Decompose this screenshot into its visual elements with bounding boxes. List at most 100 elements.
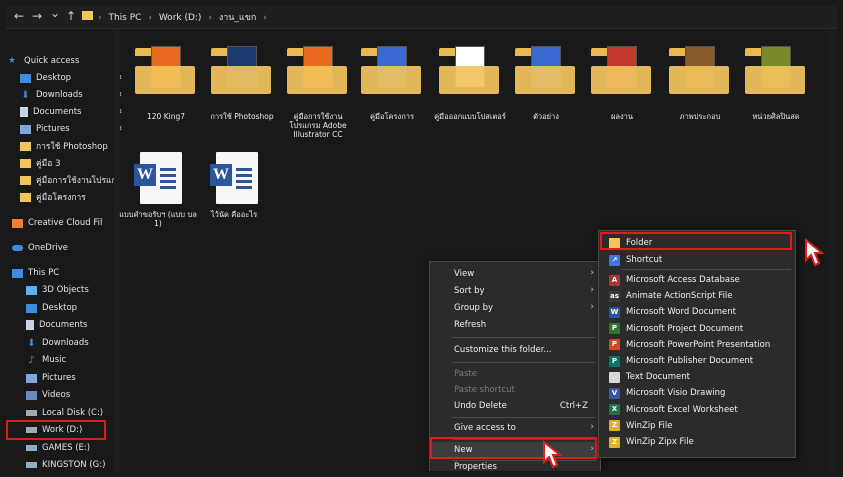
folder-icon xyxy=(287,46,347,94)
explorer-window: ← → ⌄ ↑ › This PC › Work (D:) › งาน_แขก … xyxy=(6,6,837,471)
new-menu-item-project[interactable]: P Microsoft Project Document xyxy=(599,321,795,337)
sidebar-item-photoshop[interactable]: การใช้ Photoshop xyxy=(20,138,128,154)
sidebar-item-desktop[interactable]: Desktop ✱ xyxy=(20,70,128,86)
sidebar-item-creative-cloud[interactable]: Creative Cloud Fil xyxy=(12,215,120,231)
folder-item[interactable]: ภาพประกอบ xyxy=(660,46,740,136)
new-menu-item-winzip[interactable]: Z WinZip File xyxy=(599,418,795,434)
menu-item-sort-by[interactable]: Sort by › xyxy=(430,283,600,299)
sidebar-item-pictures[interactable]: Pictures ✱ xyxy=(20,121,128,137)
video-icon xyxy=(26,390,37,400)
visio-icon: V xyxy=(609,387,620,399)
new-menu-item-word[interactable]: W Microsoft Word Document xyxy=(599,304,795,320)
sidebar-item-label: OneDrive xyxy=(28,243,68,253)
cursor-arrow-icon xyxy=(543,440,563,469)
sidebar-item-program-manual[interactable]: คู่มือการใช้งานโปรแกรม xyxy=(20,172,114,188)
menu-separator xyxy=(621,269,791,270)
new-menu-item-powerpoint[interactable]: P Microsoft PowerPoint Presentation xyxy=(599,337,795,353)
menu-item-label: Microsoft PowerPoint Presentation xyxy=(626,339,771,350)
winzip-icon: Z xyxy=(609,420,620,432)
breadcrumb-item[interactable]: This PC xyxy=(108,13,141,23)
pictures-icon xyxy=(26,373,37,383)
menu-item-label: Group by xyxy=(454,303,494,313)
sidebar-item-project-manual[interactable]: คู่มือโครงการ xyxy=(20,189,128,205)
star-icon: ★ xyxy=(8,55,17,66)
back-icon[interactable]: ← xyxy=(14,9,24,23)
menu-item-label: Customize this folder... xyxy=(454,345,552,355)
menu-item-customize-folder[interactable]: Customize this folder... xyxy=(430,342,600,358)
folder-item[interactable]: การใช้ Photoshop xyxy=(202,46,282,136)
folder-item[interactable]: ตัวอย่าง xyxy=(506,46,586,136)
sidebar-item-label: Quick access xyxy=(24,56,80,66)
cube-icon xyxy=(26,285,37,295)
folder-item[interactable]: หน่วยศิลปินสด xyxy=(736,46,816,136)
shortcut-icon: ↗ xyxy=(609,254,620,266)
menu-item-group-by[interactable]: Group by › xyxy=(430,300,600,316)
sidebar-item-downloads[interactable]: ⬇ Downloads ✱ xyxy=(20,87,128,103)
project-icon: P xyxy=(609,323,620,335)
menu-item-label: Microsoft Access Database xyxy=(626,275,740,285)
chevron-right-icon: › xyxy=(590,268,594,278)
file-label: ภาพประกอบ xyxy=(679,112,721,121)
file-label: คู่มือการใช้งานโปรแกรม Adobe Illustrator… xyxy=(289,112,347,139)
sidebar-item-this-pc[interactable]: This PC xyxy=(12,265,120,281)
word-document-file[interactable]: W แบบคำขอรับฯ (แบบ บล 1) xyxy=(118,152,198,242)
animate-icon: as xyxy=(609,290,620,302)
recent-locations-icon[interactable]: ⌄ xyxy=(50,6,60,20)
menu-item-view[interactable]: View › xyxy=(430,266,600,282)
file-label: แบบคำขอรับฯ (แบบ บล 1) xyxy=(119,210,197,228)
drive-icon xyxy=(26,410,37,416)
breadcrumb: › This PC › Work (D:) › งาน_แขก › xyxy=(98,13,267,23)
menu-separator xyxy=(452,460,596,461)
word-document-file[interactable]: W ไว้นัด คืออะไร xyxy=(194,152,274,242)
sidebar-item-label: Documents xyxy=(39,320,88,330)
menu-item-give-access[interactable]: Give access to › xyxy=(430,420,600,436)
file-label: หน่วยศิลปินสด xyxy=(752,112,800,121)
folder-item[interactable]: คู่มือโครงการ xyxy=(352,46,432,136)
new-menu-item-text[interactable]: Text Document xyxy=(599,369,795,385)
menu-item-label: Sort by xyxy=(454,286,485,296)
menu-item-refresh[interactable]: Refresh xyxy=(430,317,600,333)
folder-icon xyxy=(211,46,271,94)
menu-item-label: Properties xyxy=(454,462,497,471)
folder-icon xyxy=(669,46,729,94)
new-menu-item-animate[interactable]: as Animate ActionScript File xyxy=(599,288,795,304)
breadcrumb-item[interactable]: Work (D:) xyxy=(159,13,202,23)
new-menu-item-access[interactable]: A Microsoft Access Database xyxy=(599,272,795,288)
sidebar-item-manual-3[interactable]: คู่มือ 3 xyxy=(20,155,128,171)
file-label: คู่มือโครงการ xyxy=(370,112,414,121)
download-icon: ⬇ xyxy=(21,89,30,101)
menu-item-label: WinZip Zipx File xyxy=(626,437,694,447)
file-label: ตัวอย่าง xyxy=(533,112,559,121)
desktop-icon xyxy=(20,73,31,83)
sidebar-item-quick-access[interactable]: ★ Quick access xyxy=(8,53,116,69)
folder-icon xyxy=(439,46,499,94)
menu-item-label: Shortcut xyxy=(626,255,663,265)
new-menu-item-excel[interactable]: X Microsoft Excel Worksheet xyxy=(599,402,795,418)
chevron-right-icon: › xyxy=(590,285,594,295)
new-menu-item-visio[interactable]: V Microsoft Visio Drawing xyxy=(599,385,795,401)
menu-item-properties[interactable]: Properties xyxy=(430,462,600,471)
new-menu-item-shortcut[interactable]: ↗ Shortcut xyxy=(599,252,795,268)
menu-item-label: Animate ActionScript File xyxy=(626,291,733,302)
folder-icon xyxy=(361,46,421,94)
new-highlight xyxy=(430,437,597,459)
folder-item[interactable]: คู่มือการใช้งานโปรแกรม Adobe Illustrator… xyxy=(278,46,358,139)
menu-item-label: Give access to xyxy=(454,423,516,433)
document-icon xyxy=(26,320,34,330)
breadcrumb-item[interactable]: งาน_แขก xyxy=(219,13,257,23)
forward-icon[interactable]: → xyxy=(32,9,42,23)
menu-item-label: Microsoft Word Document xyxy=(626,307,736,318)
sidebar-item-onedrive[interactable]: OneDrive xyxy=(12,240,120,256)
new-menu-item-winzipx[interactable]: Z WinZip Zipx File xyxy=(599,434,795,450)
folder-item[interactable]: ผลงาน xyxy=(582,46,662,136)
menu-item-undo-delete[interactable]: Undo Delete Ctrl+Z xyxy=(430,398,600,414)
up-icon[interactable]: ↑ xyxy=(66,9,76,23)
folder-icon xyxy=(20,141,31,151)
sidebar-scrollbar[interactable] xyxy=(114,29,120,471)
new-menu-item-publisher[interactable]: P Microsoft Publisher Document xyxy=(599,353,795,369)
folder-item[interactable]: 120 King7 xyxy=(126,46,206,136)
download-icon: ⬇ xyxy=(27,337,36,349)
menu-separator xyxy=(452,337,596,338)
folder-item[interactable]: คู่มือออกแบบโปสเตอร์ xyxy=(430,46,510,136)
sidebar-item-documents[interactable]: Documents ✱ xyxy=(20,104,128,120)
